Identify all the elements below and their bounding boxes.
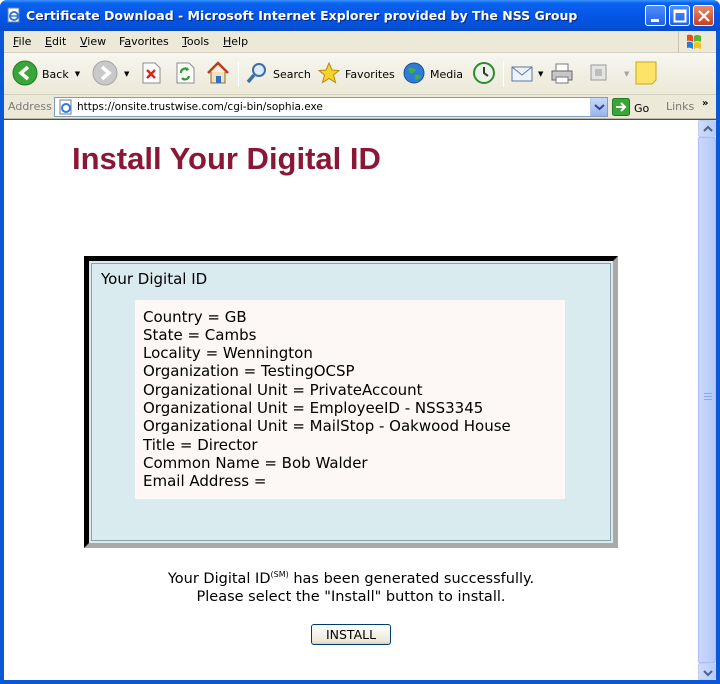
window-bottom-border: [0, 680, 720, 684]
vertical-scrollbar[interactable]: [698, 120, 716, 680]
links-chevron-icon[interactable]: »: [702, 98, 708, 109]
media-label: Media: [430, 67, 464, 81]
minimize-button[interactable]: [645, 5, 666, 26]
toolbar-separator: [503, 61, 504, 87]
page-title: Install Your Digital ID: [72, 141, 381, 176]
favorites-button[interactable]: Favorites: [317, 59, 395, 89]
ie-page-icon: [6, 7, 22, 23]
id-field-country: Country = GB: [143, 308, 247, 326]
id-field-email: Email Address =: [143, 472, 267, 490]
edit-dropdown-icon[interactable]: ▼: [624, 70, 629, 78]
media-globe-icon: [402, 61, 426, 88]
window-title: Certificate Download - Microsoft Interne…: [26, 8, 578, 23]
success-message: Your Digital ID(SM) has been generated s…: [167, 570, 535, 587]
digital-id-heading: Your Digital ID: [101, 270, 208, 288]
stop-icon: [140, 61, 162, 88]
edit-page-icon: [588, 62, 610, 87]
address-url[interactable]: https://onsite.trustwise.com/cgi-bin/sop…: [77, 101, 323, 113]
menu-bar: File Edit View Favorites Tools Help: [4, 31, 716, 53]
menu-view[interactable]: View: [80, 35, 106, 48]
home-icon: [205, 60, 231, 89]
close-button[interactable]: [693, 5, 714, 26]
page-icon: [58, 99, 74, 118]
refresh-icon: [174, 61, 196, 88]
print-button[interactable]: [550, 59, 574, 89]
browser-window: Certificate Download - Microsoft Interne…: [0, 0, 720, 684]
discuss-button[interactable]: [634, 59, 658, 89]
install-instruction: Please select the "Install" button to in…: [196, 589, 506, 605]
media-button[interactable]: Media: [402, 59, 463, 89]
go-arrow-icon: [612, 98, 630, 119]
stop-button[interactable]: [140, 59, 162, 89]
mail-icon: [510, 61, 536, 88]
menu-tools[interactable]: Tools: [182, 35, 209, 48]
digital-id-fields: Country = GB State = Cambs Locality = We…: [135, 300, 565, 499]
service-mark: (SM): [270, 570, 289, 579]
links-label[interactable]: Links: [666, 100, 694, 113]
history-button[interactable]: [472, 59, 496, 89]
digital-id-panel: Your Digital ID Country = GB State = Cam…: [84, 256, 618, 548]
title-bar[interactable]: Certificate Download - Microsoft Interne…: [0, 0, 720, 31]
id-field-org-unit-2: Organizational Unit = EmployeeID - NSS33…: [143, 399, 484, 417]
back-arrow-icon: [12, 60, 38, 89]
note-icon: [634, 60, 658, 89]
scroll-down-button[interactable]: [698, 663, 716, 680]
refresh-button[interactable]: [174, 59, 196, 89]
address-field[interactable]: https://onsite.trustwise.com/cgi-bin/sop…: [54, 97, 608, 117]
star-icon: [317, 61, 341, 88]
address-dropdown-icon[interactable]: [590, 98, 607, 116]
id-field-title: Title = Director: [143, 436, 258, 454]
search-label: Search: [273, 67, 311, 81]
printer-icon: [550, 61, 574, 88]
id-field-org-unit-1: Organizational Unit = PrivateAccount: [143, 381, 423, 399]
back-dropdown-icon[interactable]: ▼: [75, 70, 80, 78]
edit-button[interactable]: ▼: [588, 59, 629, 89]
go-button[interactable]: Go: [612, 98, 649, 119]
history-icon: [472, 61, 496, 88]
menu-help[interactable]: Help: [223, 35, 248, 48]
forward-dropdown-icon[interactable]: ▼: [124, 70, 129, 78]
home-button[interactable]: [205, 59, 231, 89]
id-field-org-unit-3: Organizational Unit = MailStop - Oakwood…: [143, 417, 511, 435]
id-field-state: State = Cambs: [143, 326, 257, 344]
forward-arrow-icon: [92, 60, 118, 89]
menu-edit[interactable]: Edit: [45, 35, 66, 48]
back-label: Back: [42, 67, 69, 81]
back-button[interactable]: Back ▼: [12, 59, 80, 89]
install-button[interactable]: INSTALL: [311, 624, 391, 645]
menu-file[interactable]: File: [13, 35, 31, 48]
maximize-button[interactable]: [669, 5, 690, 26]
search-button[interactable]: Search: [245, 59, 311, 89]
mail-button[interactable]: ▼: [510, 59, 543, 89]
scroll-thumb[interactable]: [698, 137, 716, 663]
go-label: Go: [634, 102, 650, 115]
favorites-label: Favorites: [345, 67, 395, 81]
page-content: Install Your Digital ID Your Digital ID …: [4, 120, 698, 680]
standard-toolbar: Back ▼ ▼ Search Favorites Media ▼ ▼: [4, 53, 716, 95]
address-bar: Address https://onsite.trustwise.com/cgi…: [4, 95, 716, 119]
menu-favorites[interactable]: Favorites: [119, 35, 169, 48]
search-icon: [245, 61, 269, 88]
address-label: Address: [8, 100, 52, 113]
windows-logo-icon: [678, 31, 712, 53]
forward-button[interactable]: ▼: [92, 59, 129, 89]
id-field-organization: Organization = TestingOCSP: [143, 362, 355, 380]
scroll-up-button[interactable]: [698, 120, 716, 137]
id-field-locality: Locality = Wennington: [143, 344, 313, 362]
id-field-common-name: Common Name = Bob Walder: [143, 454, 368, 472]
toolbar-separator: [238, 61, 239, 87]
mail-dropdown-icon[interactable]: ▼: [538, 70, 543, 78]
